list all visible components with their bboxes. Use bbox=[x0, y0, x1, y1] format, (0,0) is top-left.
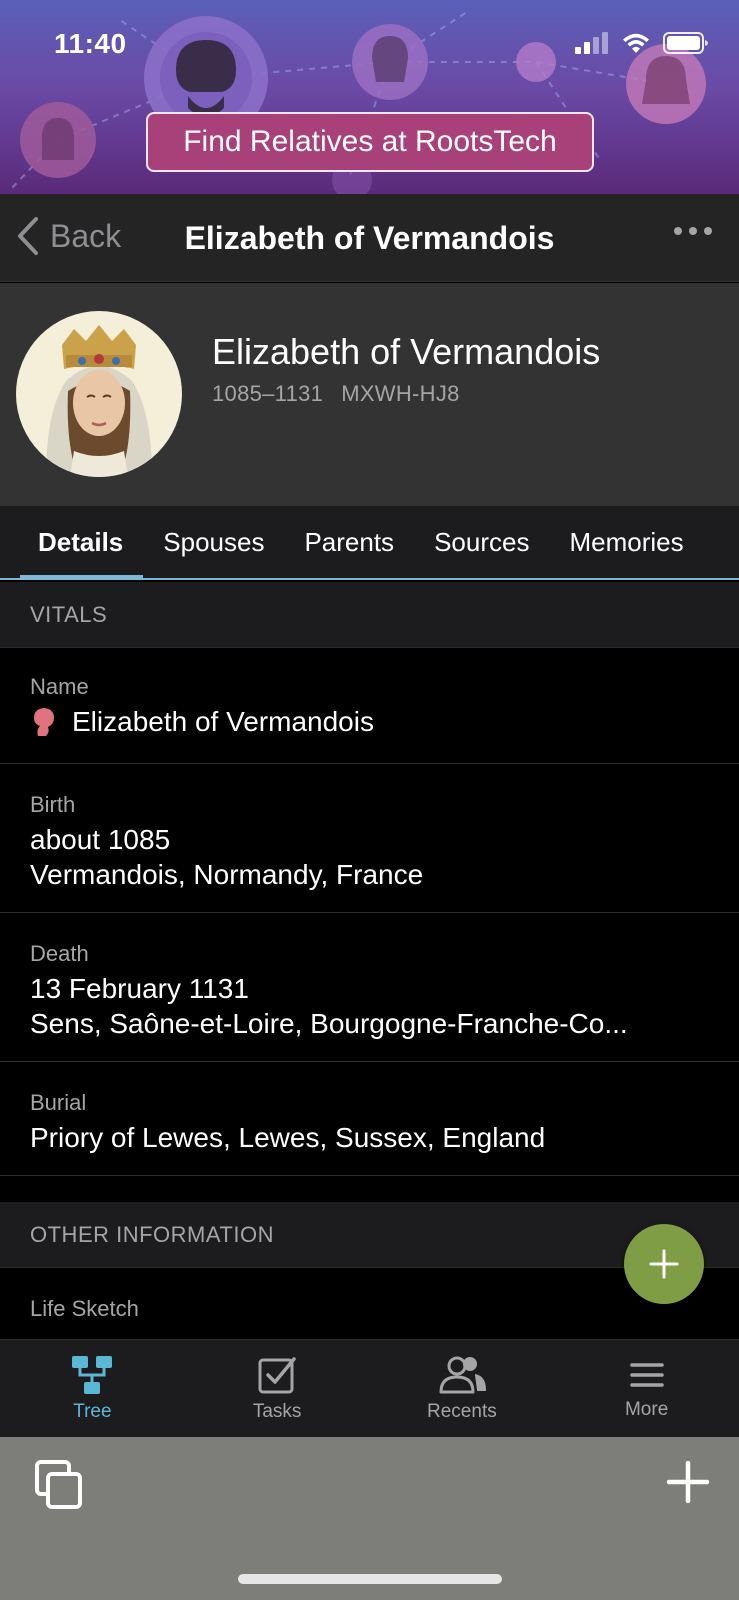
home-indicator bbox=[238, 1574, 502, 1584]
birth-date: about 1085 bbox=[30, 824, 171, 855]
burial-label: Burial bbox=[30, 1090, 87, 1115]
tabbar-label-tasks: Tasks bbox=[252, 1400, 302, 1422]
menu-icon bbox=[629, 1362, 664, 1387]
ellipsis-icon bbox=[674, 227, 712, 235]
navigation-bar: Back Elizabeth of Vermandois bbox=[0, 194, 739, 282]
person-id: MXWH-HJ8 bbox=[341, 381, 460, 406]
battery-icon bbox=[663, 32, 708, 54]
burial-field[interactable]: Burial Priory of Lewes, Lewes, Sussex, E… bbox=[0, 1062, 739, 1176]
promo-banner: 11:40 Find Relatives at RootsTech bbox=[0, 0, 739, 194]
avatar[interactable] bbox=[16, 311, 182, 477]
lifespan: 1085–1131 bbox=[212, 381, 324, 406]
tab-spouses[interactable]: Spouses bbox=[143, 506, 284, 578]
person-tabs: Details Spouses Parents Sources Memories bbox=[0, 506, 739, 580]
signal-icon bbox=[575, 32, 608, 54]
name-label: Name bbox=[30, 674, 89, 699]
more-options-button[interactable] bbox=[673, 224, 713, 242]
plus-icon bbox=[649, 1249, 679, 1279]
tabs-button[interactable] bbox=[34, 1459, 84, 1516]
tab-memories[interactable]: Memories bbox=[549, 506, 703, 578]
status-time: 11:40 bbox=[54, 28, 127, 59]
female-icon bbox=[34, 707, 54, 736]
profile-meta: 1085–1131 MXWH-HJ8 bbox=[212, 381, 460, 407]
profile-header: Elizabeth of Vermandois 1085–1131 MXWH-H… bbox=[0, 283, 739, 506]
death-date: 13 February 1131 bbox=[30, 973, 249, 1004]
copy-icon bbox=[35, 1460, 82, 1509]
new-tab-button[interactable] bbox=[666, 1460, 710, 1508]
recents-icon bbox=[439, 1356, 486, 1393]
name-field[interactable]: Name Elizabeth of Vermandois bbox=[0, 648, 739, 764]
plus-icon bbox=[666, 1460, 710, 1504]
death-field[interactable]: Death 13 February 1131 Sens, Saône-et-Lo… bbox=[0, 913, 739, 1062]
add-fab-button[interactable] bbox=[624, 1224, 704, 1304]
tabbar-item-recents[interactable]: Recents bbox=[370, 1340, 555, 1437]
tree-icon bbox=[72, 1355, 113, 1394]
life-sketch-label: Life Sketch bbox=[30, 1296, 139, 1321]
wifi-icon bbox=[623, 33, 649, 53]
tabbar-item-tasks[interactable]: Tasks bbox=[185, 1340, 370, 1437]
name-value: Elizabeth of Vermandois bbox=[72, 706, 374, 737]
tab-parents[interactable]: Parents bbox=[284, 506, 414, 578]
burial-place: Priory of Lewes, Lewes, Sussex, England bbox=[30, 1122, 546, 1153]
tabbar-label-recents: Recents bbox=[427, 1400, 497, 1422]
portrait-image bbox=[16, 311, 182, 477]
tab-details[interactable]: Details bbox=[0, 506, 144, 578]
birth-place: Vermandois, Normandy, France bbox=[30, 859, 424, 890]
tabbar-item-tree[interactable]: Tree bbox=[0, 1340, 185, 1437]
status-icons bbox=[575, 32, 709, 54]
tabbar-label-tree: Tree bbox=[73, 1400, 112, 1422]
birth-field[interactable]: Birth about 1085 Vermandois, Normandy, F… bbox=[0, 764, 739, 913]
details-content[interactable]: VITALS Name Elizabeth of Vermandois Birt… bbox=[0, 582, 739, 1339]
tabbar-item-more[interactable]: More bbox=[554, 1340, 739, 1437]
section-spacer bbox=[0, 1176, 739, 1202]
profile-name: Elizabeth of Vermandois bbox=[212, 331, 601, 372]
birth-label: Birth bbox=[30, 792, 76, 817]
death-label: Death bbox=[30, 941, 89, 966]
tab-sources[interactable]: Sources bbox=[414, 506, 549, 578]
tabbar-label-more: More bbox=[624, 1398, 669, 1420]
death-place: Sens, Saône-et-Loire, Bourgogne-Franche-… bbox=[30, 1008, 628, 1039]
find-relatives-button[interactable]: Find Relatives at RootsTech bbox=[146, 112, 594, 172]
bottom-tab-bar: Tree Tasks Recents More bbox=[0, 1339, 739, 1437]
tasks-icon bbox=[258, 1356, 296, 1393]
page-title: Elizabeth of Vermandois bbox=[184, 220, 555, 256]
vitals-header: VITALS bbox=[0, 582, 739, 648]
